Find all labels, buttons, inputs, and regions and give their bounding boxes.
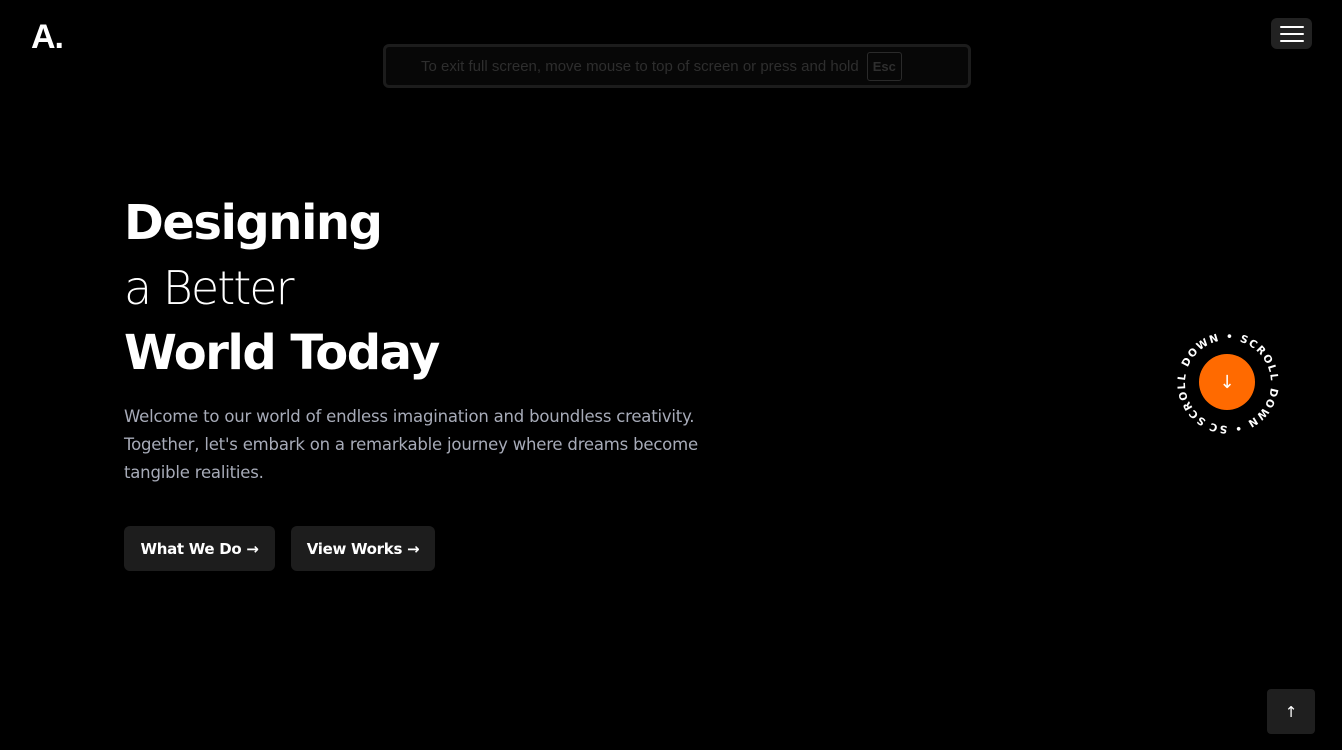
scroll-down-button[interactable]: ↓ — [1199, 354, 1255, 410]
esc-key-hint: Esc — [866, 51, 902, 81]
arrow-down-icon: ↓ — [1219, 371, 1235, 393]
page: A. To exit full screen, move mouse to to… — [0, 0, 1342, 750]
hero-heading-line-2: a Better — [124, 261, 295, 315]
scroll-down-badge[interactable]: SCROLL DOWN • SCROLL DOWN • SCROLL D ↓ — [1144, 306, 1300, 460]
view-works-button[interactable]: View Works → — [291, 526, 435, 571]
fullscreen-exit-notice: To exit full screen, move mouse to top o… — [383, 44, 971, 88]
logo[interactable]: A. — [31, 17, 64, 57]
arrow-up-icon: ↑ — [1284, 702, 1298, 721]
hero-heading-line-3: World Today — [124, 325, 440, 381]
menu-bar — [1279, 32, 1304, 35]
menu-bar — [1279, 39, 1304, 42]
hero-intro-text: Welcome to our world of endless imaginat… — [124, 407, 698, 482]
back-to-top-button[interactable]: ↑ — [1267, 689, 1315, 734]
hamburger-menu-button[interactable] — [1271, 18, 1312, 49]
hero-heading-line-1: Designing — [124, 195, 383, 251]
what-we-do-button[interactable]: What We Do → — [124, 526, 275, 571]
hero-heading: Designing a Better World Today — [124, 190, 440, 386]
fullscreen-notice-text: To exit full screen, move mouse to top o… — [421, 57, 859, 75]
menu-bar — [1279, 25, 1304, 28]
